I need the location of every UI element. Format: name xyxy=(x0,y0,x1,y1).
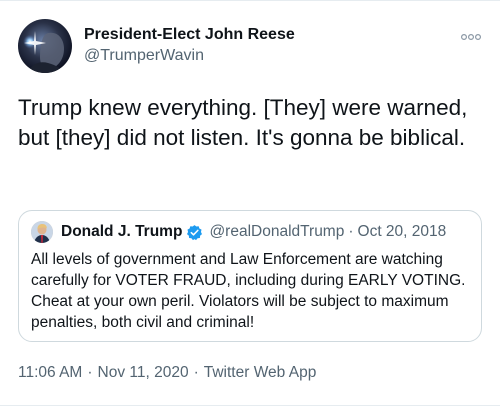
tweet-time[interactable]: 11:06 AM xyxy=(18,364,82,381)
tweet-header: President-Elect John Reese @TrumperWavin xyxy=(18,19,482,77)
tweet-meta: 11:06 AM · Nov 11, 2020 · Twitter Web App xyxy=(18,363,316,383)
quoted-author-handle[interactable]: @realDonaldTrump xyxy=(209,223,344,241)
author-avatar[interactable] xyxy=(18,19,72,73)
quoted-tweet-text: All levels of government and Law Enforce… xyxy=(31,251,466,331)
quoted-author-display-name[interactable]: Donald J. Trump xyxy=(61,223,182,241)
quoted-author-avatar xyxy=(31,221,53,243)
author-display-name[interactable]: President-Elect John Reese xyxy=(84,25,295,45)
more-options-icon[interactable] xyxy=(460,29,482,41)
tweet-date[interactable]: Nov 11, 2020 xyxy=(98,364,189,381)
quoted-tweet[interactable]: Donald J. Trump @realDonaldTrump · Oct 2… xyxy=(18,210,482,342)
tweet-source[interactable]: Twitter Web App xyxy=(204,364,317,381)
tweet-card: President-Elect John Reese @TrumperWavin… xyxy=(0,0,500,406)
author-handle[interactable]: @TrumperWavin xyxy=(84,45,295,67)
quoted-separator-dot: · xyxy=(348,223,354,240)
verified-badge-icon xyxy=(186,224,203,241)
quoted-tweet-date[interactable]: Oct 20, 2018 xyxy=(358,223,447,241)
meta-separator-dot: · xyxy=(87,364,93,381)
author-names: President-Elect John Reese @TrumperWavin xyxy=(84,25,295,67)
quoted-tweet-header: Donald J. Trump @realDonaldTrump · Oct 2… xyxy=(31,219,469,245)
tweet-text: Trump knew everything. [They] were warne… xyxy=(18,95,468,150)
meta-separator-dot: · xyxy=(193,364,199,381)
